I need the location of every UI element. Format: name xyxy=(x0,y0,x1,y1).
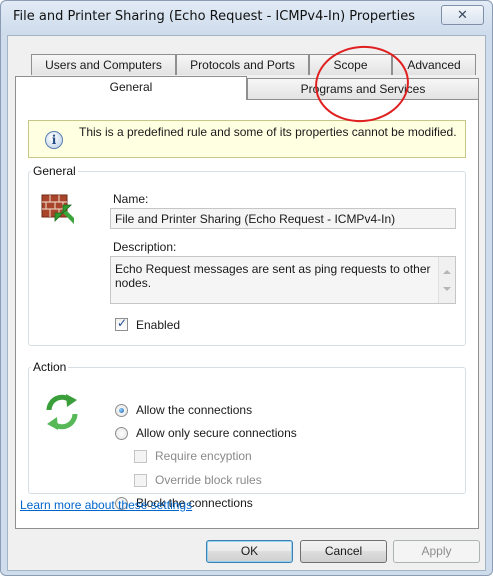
tab-users-and-computers[interactable]: Users and Computers xyxy=(31,54,176,75)
tab-protocols-and-ports[interactable]: Protocols and Ports xyxy=(176,54,309,75)
window-title: File and Printer Sharing (Echo Request -… xyxy=(13,9,416,24)
allow-connections-label: Allow the connections xyxy=(136,403,253,417)
tab-advanced[interactable]: Advanced xyxy=(392,54,476,75)
apply-button[interactable]: Apply xyxy=(393,540,480,563)
dialog-client-area: Users and Computers Protocols and Ports … xyxy=(7,35,486,571)
close-button[interactable]: ✕ xyxy=(441,5,484,25)
general-tab-panel: i This is a predefined rule and some of … xyxy=(15,99,479,529)
scroll-down-icon[interactable] xyxy=(443,287,451,291)
refresh-arrows-icon xyxy=(46,394,78,430)
name-field[interactable]: File and Printer Sharing (Echo Request -… xyxy=(110,208,456,229)
info-icon: i xyxy=(45,131,63,149)
info-banner: i This is a predefined rule and some of … xyxy=(28,120,466,158)
action-group-legend: Action xyxy=(33,360,67,374)
require-encryption-label: Require encyption xyxy=(155,449,252,463)
description-label: Description: xyxy=(113,240,177,254)
allow-secure-connections-label: Allow only secure connections xyxy=(136,426,297,440)
learn-more-link[interactable]: Learn more about these settings xyxy=(20,498,192,512)
radio-allow-connections[interactable] xyxy=(115,404,128,417)
general-group: General xyxy=(28,164,466,346)
properties-dialog: File and Printer Sharing (Echo Request -… xyxy=(0,0,493,576)
ok-button[interactable]: OK xyxy=(206,540,293,563)
description-field[interactable]: Echo Request messages are sent as ping r… xyxy=(110,256,456,304)
tab-general[interactable]: General xyxy=(15,76,247,100)
scroll-up-icon[interactable] xyxy=(443,270,451,274)
close-icon: ✕ xyxy=(457,7,468,23)
cancel-button[interactable]: Cancel xyxy=(300,540,387,563)
tab-programs-and-services[interactable]: Programs and Services xyxy=(247,78,479,99)
override-block-rules-checkbox[interactable] xyxy=(134,474,147,487)
info-message: This is a predefined rule and some of it… xyxy=(79,125,457,139)
tab-scope[interactable]: Scope xyxy=(309,54,392,75)
description-text: Echo Request messages are sent as ping r… xyxy=(115,262,431,290)
title-bar[interactable]: File and Printer Sharing (Echo Request -… xyxy=(1,1,492,35)
firewall-icon xyxy=(41,194,74,224)
name-label: Name: xyxy=(113,192,149,206)
require-encryption-checkbox[interactable] xyxy=(134,450,147,463)
enabled-label: Enabled xyxy=(136,318,181,332)
description-scrollbar[interactable] xyxy=(438,257,455,303)
enabled-checkbox[interactable] xyxy=(115,316,128,331)
override-block-rules-label: Override block rules xyxy=(155,473,262,487)
radio-allow-secure-connections[interactable] xyxy=(115,427,128,440)
general-group-legend: General xyxy=(33,164,76,178)
